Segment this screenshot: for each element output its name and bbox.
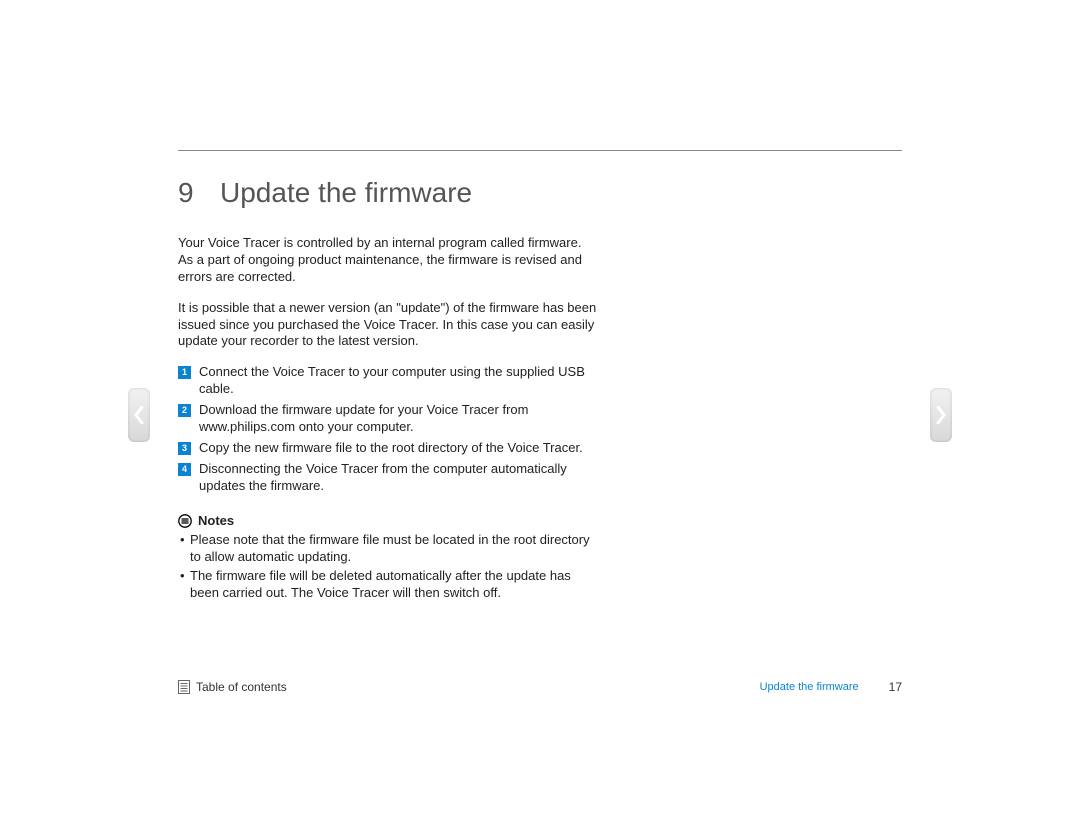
step-item: 4 Disconnecting the Voice Tracer from th… xyxy=(178,461,598,495)
step-text: Copy the new firmware file to the root d… xyxy=(199,440,598,457)
prev-page-button[interactable] xyxy=(128,388,150,442)
page-content: 9 Update the firmware Your Voice Tracer … xyxy=(178,150,902,604)
paragraph: It is possible that a newer version (an … xyxy=(178,300,598,351)
step-item: 2 Download the firmware update for your … xyxy=(178,402,598,436)
step-number-icon: 4 xyxy=(178,463,191,476)
note-icon xyxy=(178,514,192,528)
step-number-icon: 2 xyxy=(178,404,191,417)
chapter-heading: 9 Update the firmware xyxy=(178,177,902,209)
chevron-left-icon xyxy=(134,406,144,424)
notes-label: Notes xyxy=(198,513,234,530)
toc-link[interactable]: Table of contents xyxy=(178,680,287,694)
horizontal-rule xyxy=(178,150,902,151)
page-footer: Table of contents Update the firmware 17 xyxy=(178,680,902,694)
toc-icon xyxy=(178,680,190,694)
note-item: Please note that the firmware file must … xyxy=(190,532,598,566)
section-link[interactable]: Update the firmware xyxy=(760,681,859,693)
note-item: The firmware file will be deleted automa… xyxy=(190,568,598,602)
step-text: Download the firmware update for your Vo… xyxy=(199,402,598,436)
step-text: Disconnecting the Voice Tracer from the … xyxy=(199,461,598,495)
notes-list: Please note that the firmware file must … xyxy=(178,532,598,602)
notes-heading: Notes xyxy=(178,513,598,530)
toc-label: Table of contents xyxy=(196,680,287,694)
step-number-icon: 3 xyxy=(178,442,191,455)
steps-list: 1 Connect the Voice Tracer to your compu… xyxy=(178,364,598,494)
paragraph: Your Voice Tracer is controlled by an in… xyxy=(178,235,598,286)
chevron-right-icon xyxy=(936,406,946,424)
chapter-number: 9 xyxy=(178,177,220,209)
step-number-icon: 1 xyxy=(178,366,191,379)
page-number: 17 xyxy=(889,680,902,694)
step-text: Connect the Voice Tracer to your compute… xyxy=(199,364,598,398)
next-page-button[interactable] xyxy=(930,388,952,442)
step-item: 1 Connect the Voice Tracer to your compu… xyxy=(178,364,598,398)
chapter-title: Update the firmware xyxy=(220,177,472,209)
body-column: Your Voice Tracer is controlled by an in… xyxy=(178,235,598,602)
step-item: 3 Copy the new firmware file to the root… xyxy=(178,440,598,457)
